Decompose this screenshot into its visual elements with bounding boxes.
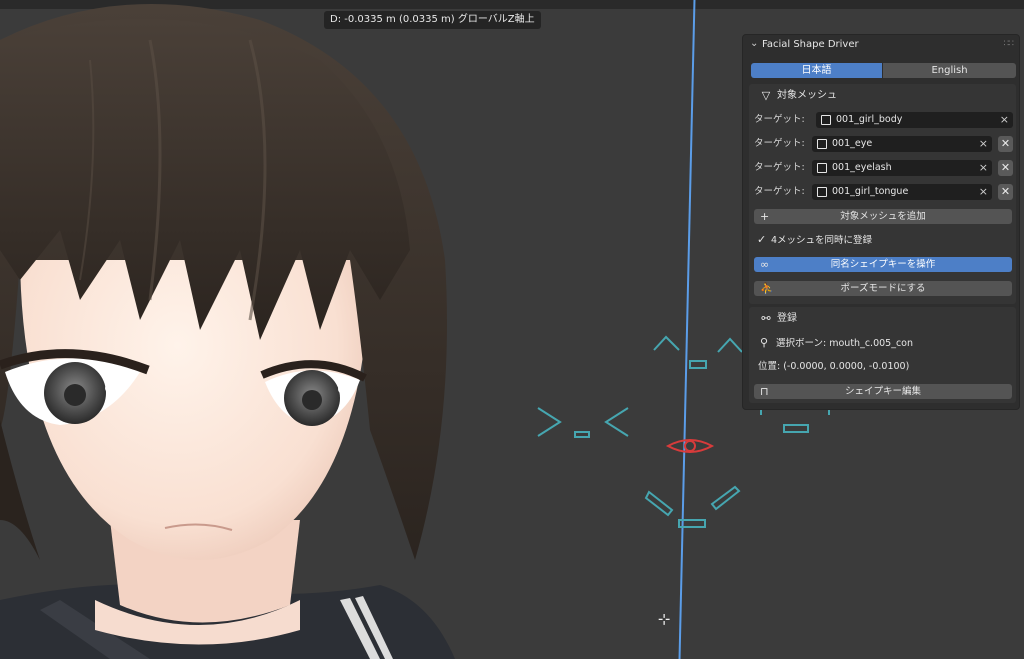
rig-brow-right-control xyxy=(717,337,743,353)
position-line: 位置: (-0.0000, 0.0000, -0.0100) xyxy=(758,361,910,372)
close-icon[interactable]: × xyxy=(979,160,988,176)
target-field-girl-body[interactable]: 001_girl_body × xyxy=(816,112,1013,128)
target-object-name: 001_girl_tongue xyxy=(832,186,909,197)
target-object-name: 001_girl_body xyxy=(836,114,903,125)
panel-title: Facial Shape Driver xyxy=(762,39,859,50)
target-mesh-section: ▽ 対象メッシュ ターゲット: 001_girl_body × ターゲット: 0… xyxy=(749,84,1016,304)
pose-mode-button[interactable]: ⛹ ポーズモードにする xyxy=(754,281,1012,296)
tab-japanese[interactable]: 日本語 xyxy=(751,63,882,78)
remove-target-button[interactable]: ✕ xyxy=(998,160,1013,176)
remove-target-button[interactable]: ✕ xyxy=(998,136,1013,152)
rig-brow-left-control xyxy=(653,335,680,351)
rig-eye-right-control xyxy=(604,407,629,437)
edit-shapekey-label: シェイプキー編集 xyxy=(844,386,921,397)
selected-bone-line: ⚲ 選択ボーン: mouth_c.005_con xyxy=(760,335,913,351)
object-icon xyxy=(817,163,827,173)
register-all-label: 4メッシュを同時に登録 xyxy=(771,235,873,246)
target-row: ターゲット: 001_girl_body × xyxy=(754,112,1013,128)
object-icon xyxy=(817,139,827,149)
target-row: ターゲット: 001_eyelash × ✕ xyxy=(754,160,1013,176)
register-all-checkbox[interactable]: ✓ 4メッシュを同時に登録 xyxy=(757,232,872,248)
selected-bone-text: 選択ボーン: mouth_c.005_con xyxy=(776,338,914,349)
object-icon xyxy=(821,115,831,125)
add-target-mesh-label: 対象メッシュを追加 xyxy=(840,211,926,222)
object-icon xyxy=(817,187,827,197)
target-field-girl-tongue[interactable]: 001_girl_tongue × xyxy=(812,184,992,200)
close-icon[interactable]: × xyxy=(979,136,988,152)
add-target-mesh-button[interactable]: + 対象メッシュを追加 xyxy=(754,209,1012,224)
triangle-mesh-icon: ▽ xyxy=(761,89,771,102)
operate-shapekey-button[interactable]: ∞ 同名シェイプキーを操作 xyxy=(754,257,1012,272)
target-label: ターゲット: xyxy=(754,138,805,149)
target-label: ターゲット: xyxy=(754,162,805,173)
target-object-name: 001_eye xyxy=(832,138,873,149)
section-title-target-mesh: 対象メッシュ xyxy=(777,90,837,101)
operate-shapekey-label: 同名シェイプキーを操作 xyxy=(830,259,936,270)
pose-icon: ⛹ xyxy=(760,282,774,295)
target-field-eyelash[interactable]: 001_eyelash × xyxy=(812,160,992,176)
close-icon[interactable]: × xyxy=(1000,112,1009,128)
plus-icon: + xyxy=(760,210,770,223)
rig-eye-left-bar xyxy=(574,431,590,438)
move-cursor-icon: ⊹ xyxy=(657,610,671,628)
rig-jaw-control xyxy=(678,519,706,528)
edit-shapekey-button[interactable]: ⊓ シェイプキー編集 xyxy=(754,384,1012,399)
link-icon: ∞ xyxy=(760,258,770,271)
lock-icon: ⊓ xyxy=(760,385,769,398)
drag-handle-icon[interactable]: ∷∷ xyxy=(1004,39,1015,49)
facial-shape-driver-panel: ⌄ Facial Shape Driver ∷∷ 日本語 English ▽ 対… xyxy=(742,34,1020,410)
rig-cheek-control xyxy=(783,424,809,433)
rig-mouth-left-control xyxy=(644,490,674,517)
language-toggle: 日本語 English xyxy=(751,63,1016,78)
register-section: ⚯ 登録 ⚲ 選択ボーン: mouth_c.005_con 位置: (-0.000… xyxy=(749,307,1016,403)
rig-mouth-center-selected xyxy=(665,439,715,453)
section-title-register: 登録 xyxy=(777,313,797,324)
target-label: ターゲット: xyxy=(754,114,805,125)
target-row: ターゲット: 001_eye × ✕ xyxy=(754,136,1013,152)
target-object-name: 001_eyelash xyxy=(832,162,892,173)
rig-mouth-right-control xyxy=(710,485,741,511)
panel-header[interactable]: ⌄ Facial Shape Driver ∷∷ xyxy=(743,35,1019,55)
rig-eye-left-control xyxy=(537,407,562,437)
target-row: ターゲット: 001_girl_tongue × ✕ xyxy=(754,184,1013,200)
rig-nose-control xyxy=(689,360,707,369)
tab-english[interactable]: English xyxy=(883,63,1016,78)
chevron-down-icon[interactable]: ⌄ xyxy=(750,38,758,49)
transform-status-readout: D: -0.0335 m (0.0335 m) グローバルZ軸上 xyxy=(324,11,541,29)
bone-link-icon: ⚯ xyxy=(761,312,771,325)
checkmark-icon: ✓ xyxy=(757,233,767,246)
remove-target-button[interactable]: ✕ xyxy=(998,184,1013,200)
target-field-eye[interactable]: 001_eye × xyxy=(812,136,992,152)
target-label: ターゲット: xyxy=(754,186,805,197)
pose-mode-label: ポーズモードにする xyxy=(840,283,926,294)
close-icon[interactable]: × xyxy=(979,184,988,200)
bone-icon: ⚲ xyxy=(760,336,769,349)
